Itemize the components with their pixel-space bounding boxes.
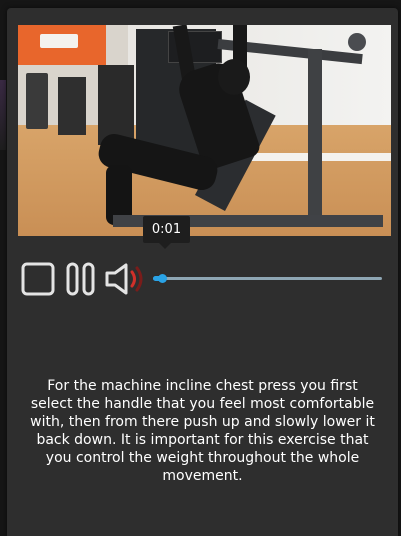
- video-scene-air-conditioner: [40, 34, 78, 48]
- video-scene-frame-post: [308, 49, 322, 219]
- speaker-icon: [105, 263, 143, 295]
- progress-slider[interactable]: [153, 274, 383, 284]
- tooltip-arrow: [159, 243, 171, 249]
- exercise-video-modal: 0:01 For the machine incline chest press…: [7, 8, 398, 536]
- volume-button[interactable]: [104, 261, 150, 297]
- video-scene-gym-machine: [98, 65, 134, 145]
- progress-track: [153, 277, 382, 280]
- stop-button[interactable]: [20, 261, 56, 297]
- video-scene-handle: [348, 33, 366, 51]
- exercise-description: For the machine incline chest press you …: [30, 378, 375, 484]
- pause-button[interactable]: [65, 261, 97, 297]
- stop-icon: [21, 262, 55, 296]
- exercise-video[interactable]: [18, 25, 391, 236]
- background-page-edge: [0, 80, 6, 150]
- pause-icon: [66, 262, 95, 296]
- video-scene-gym-machine: [58, 77, 86, 135]
- video-scene-gym-machine: [26, 73, 48, 129]
- progress-thumb[interactable]: [158, 274, 167, 283]
- current-time-tooltip: 0:01: [143, 216, 190, 243]
- video-scene-person-head: [218, 59, 250, 95]
